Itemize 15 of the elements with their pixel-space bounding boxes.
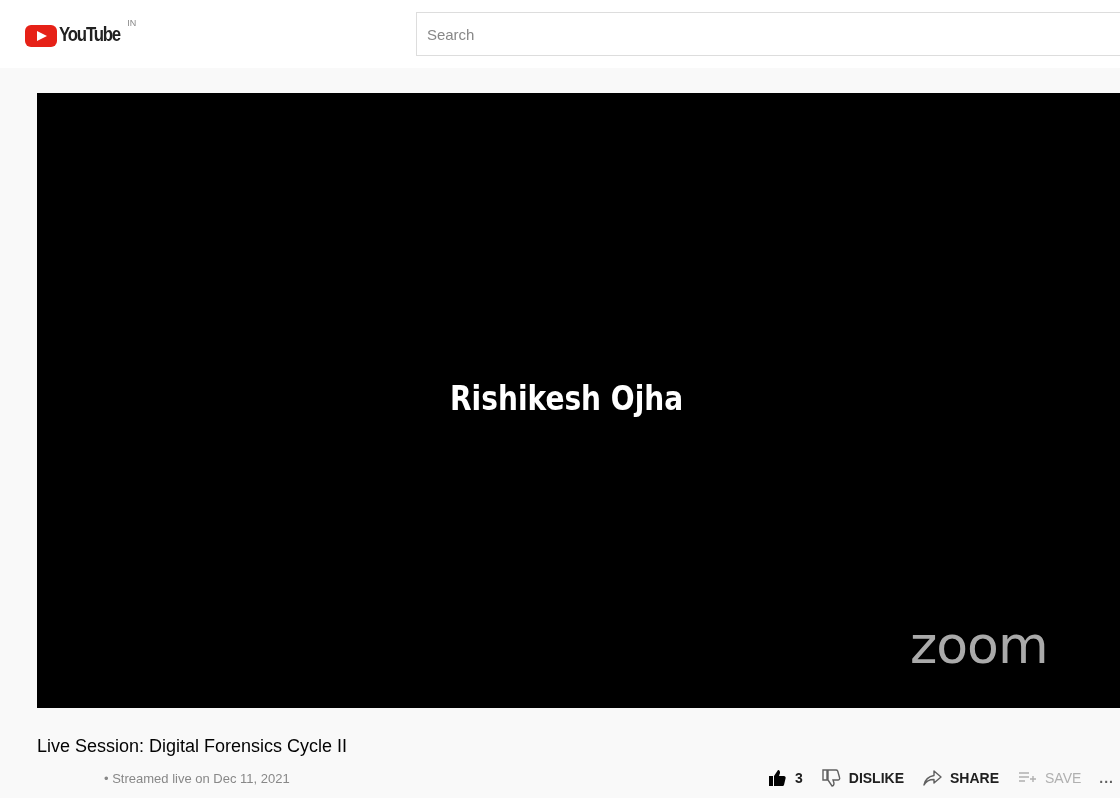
video-player[interactable]: Rishikesh Ojha zoom xyxy=(37,93,1120,708)
watermark: zoom xyxy=(910,615,1048,675)
search-field[interactable]: Search xyxy=(415,12,1120,56)
video-title: Live Session: Digital Forensics Cycle II xyxy=(37,736,349,757)
share-button[interactable]: SHARE xyxy=(922,768,999,788)
dislike-button[interactable]: DISLIKE xyxy=(820,768,904,788)
play-icon xyxy=(25,24,57,47)
like-button[interactable]: 3 xyxy=(766,768,803,788)
participant-name: Rishikesh Ojha xyxy=(450,379,684,418)
more-button[interactable]: ... xyxy=(1099,770,1114,786)
share-icon xyxy=(922,768,942,788)
thumbs-down-icon xyxy=(820,768,841,788)
logo-text: YouTube xyxy=(59,21,120,46)
stream-date: • Streamed live on Dec 11, 2021 xyxy=(104,770,290,786)
thumbs-up-icon xyxy=(766,768,787,788)
